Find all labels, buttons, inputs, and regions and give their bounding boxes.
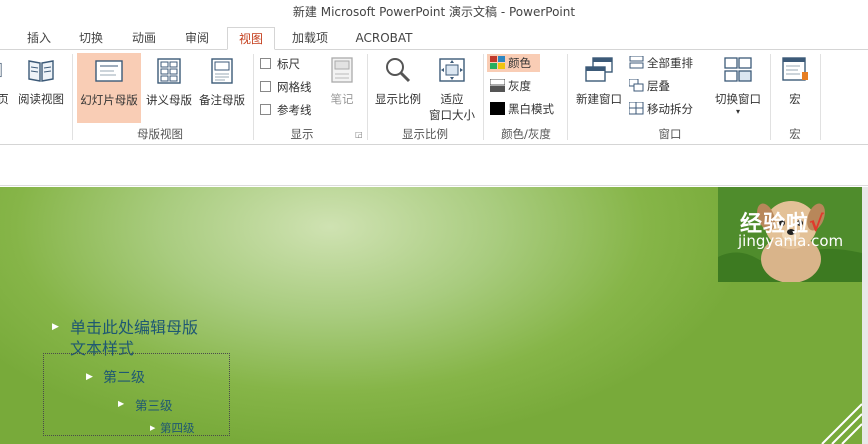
checkbox-box	[260, 104, 271, 115]
tab-transitions[interactable]: 切换	[70, 27, 112, 50]
group-label-color: 颜色/灰度	[501, 127, 551, 141]
slide-canvas[interactable]: ▶ 单击此处编辑母版 文本样式 ▶ 第二级 ▶ 第三级 ▶ 第四级	[0, 187, 862, 444]
group-label-master-views: 母版视图	[137, 127, 183, 141]
bullet-icon: ▶	[52, 322, 59, 332]
group-label-window: 窗口	[658, 127, 682, 141]
separator	[253, 54, 254, 140]
notes-icon	[331, 57, 353, 83]
level2-text[interactable]: 第二级	[103, 367, 145, 387]
level4-text[interactable]: 第四级	[160, 420, 195, 436]
guides-checkbox[interactable]: 参考线	[260, 102, 312, 118]
handout-master-button[interactable]: 讲义母版	[143, 57, 195, 108]
arrange-all-icon	[629, 56, 644, 69]
tab-animations[interactable]: 动画	[123, 27, 165, 50]
black-white-button[interactable]: 黑白模式	[490, 100, 554, 118]
grayscale-icon	[490, 79, 505, 92]
checkbox-box	[260, 58, 271, 69]
tab-review[interactable]: 审阅	[176, 27, 218, 50]
window-title: 新建 Microsoft PowerPoint 演示文稿 - PowerPoin…	[0, 0, 868, 24]
watermark-url: jingyanla.com	[738, 232, 844, 250]
powerpoint-window: 新建 Microsoft PowerPoint 演示文稿 - PowerPoin…	[0, 0, 868, 444]
macros-icon	[782, 57, 808, 81]
dialog-launcher-icon[interactable]: ◲	[355, 130, 363, 139]
group-label-zoom: 显示比例	[402, 127, 448, 141]
grayscale-button[interactable]: 灰度	[490, 77, 531, 95]
magnifier-icon	[386, 58, 411, 83]
watermark-stripes	[821, 403, 862, 444]
cascade-button[interactable]: 层叠	[629, 77, 670, 95]
color-button[interactable]: 颜色	[487, 54, 540, 72]
group-label-show: 显示	[290, 127, 314, 141]
reading-view-button[interactable]: 阅读视图	[16, 56, 66, 107]
slide-master-icon	[95, 60, 123, 82]
new-window-button[interactable]: 新建窗口	[572, 56, 626, 107]
ruler-checkbox[interactable]: 标尺	[260, 56, 300, 72]
gridlines-checkbox[interactable]: 网格线	[260, 79, 312, 95]
tab-addins[interactable]: 加载项	[284, 27, 336, 50]
bullet-icon: ▶	[118, 399, 125, 408]
separator	[820, 54, 821, 140]
fit-window-icon	[439, 58, 465, 82]
separator	[72, 54, 73, 140]
separator	[367, 54, 368, 140]
switch-windows-button[interactable]: 切换窗口 ▾	[711, 56, 765, 116]
slide-master-button[interactable]: 幻灯片母版	[77, 53, 141, 123]
switch-windows-icon	[724, 57, 752, 82]
book-icon	[28, 60, 54, 82]
macros-button[interactable]: 宏	[776, 56, 814, 107]
cascade-icon	[629, 79, 644, 92]
separator	[770, 54, 771, 140]
normal-view-button[interactable]: 页	[0, 56, 12, 107]
move-split-icon	[629, 102, 644, 115]
new-window-icon	[585, 57, 613, 82]
scrollbar[interactable]	[862, 187, 868, 444]
ribbon: 页 阅读视图 幻灯片母版 讲义母版 备注母版 母版视图 标尺 网格线 参考线 笔…	[0, 50, 868, 145]
move-split-button[interactable]: 移动拆分	[629, 100, 693, 118]
ribbon-tabs: 插入 切换 动画 审阅 视图 加载项 ACROBAT	[0, 24, 868, 50]
chevron-down-icon: ▾	[735, 107, 740, 116]
notes-button[interactable]: 笔记	[322, 56, 362, 107]
black-white-icon	[490, 102, 505, 115]
tab-acrobat[interactable]: ACROBAT	[348, 27, 420, 50]
workspace-strip	[0, 146, 868, 186]
handout-master-icon	[157, 58, 181, 84]
color-icon	[490, 56, 505, 69]
separator	[567, 54, 568, 140]
group-label-macros: 宏	[789, 127, 801, 141]
zoom-button[interactable]: 显示比例	[370, 56, 426, 107]
checkbox-box	[260, 81, 271, 92]
notes-master-icon	[211, 58, 233, 84]
bullet-icon: ▶	[150, 424, 156, 432]
separator	[483, 54, 484, 140]
fit-to-window-button[interactable]: 适应 窗口大小	[424, 56, 480, 123]
slide-view-icon	[0, 62, 2, 78]
arrange-all-button[interactable]: 全部重排	[629, 54, 693, 72]
notes-master-button[interactable]: 备注母版	[196, 57, 248, 108]
bullet-icon: ▶	[86, 372, 93, 382]
tab-view[interactable]: 视图	[227, 27, 275, 50]
level3-text[interactable]: 第三级	[135, 395, 173, 414]
tab-insert[interactable]: 插入	[18, 27, 60, 50]
